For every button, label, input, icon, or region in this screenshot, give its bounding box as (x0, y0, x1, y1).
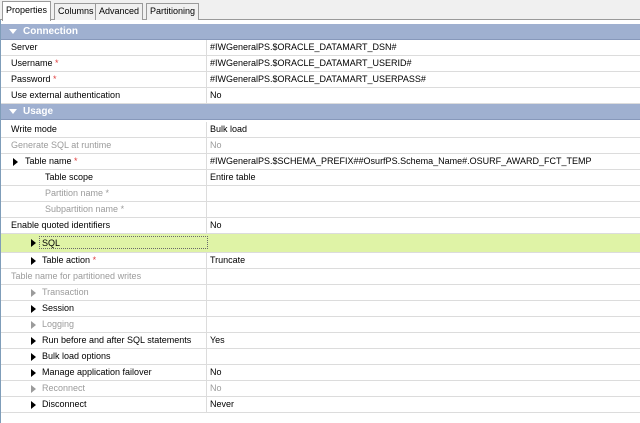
prop-label: Run before and after SQL statements (42, 335, 192, 345)
prop-row-table-name[interactable]: Table name * #IWGeneralPS.$SCHEMA_PREFIX… (1, 154, 640, 170)
prop-label: Table scope (45, 172, 94, 182)
prop-value[interactable]: No (210, 218, 222, 233)
prop-label: Password * (11, 74, 57, 84)
prop-label: Table name * (25, 156, 78, 166)
prop-value[interactable]: No (210, 88, 222, 103)
prop-row-reconnect[interactable]: Reconnect No (1, 381, 640, 397)
prop-row-table-scope[interactable]: Table scope Entire table (1, 170, 640, 186)
prop-label: Enable quoted identifiers (11, 220, 111, 230)
prop-value[interactable]: #IWGeneralPS.$ORACLE_DATAMART_USERPASS# (210, 72, 426, 87)
collapse-triangle-icon[interactable] (9, 109, 17, 114)
collapsed-triangle-icon[interactable] (31, 353, 36, 361)
prop-value: No (210, 383, 222, 393)
prop-label: Reconnect (42, 383, 86, 393)
prop-row-disconnect[interactable]: Disconnect Never (1, 397, 640, 413)
section-connection[interactable]: Connection (1, 24, 640, 40)
prop-row-write-mode[interactable]: Write mode Bulk load (1, 122, 640, 138)
collapsed-triangle-icon[interactable] (31, 401, 36, 409)
prop-label: Subpartition name * (45, 204, 125, 214)
prop-row-table-action[interactable]: Table action * Truncate (1, 253, 640, 269)
collapse-triangle-icon[interactable] (9, 29, 17, 34)
prop-label: Disconnect (42, 399, 87, 409)
focus-outline (39, 236, 208, 249)
tab-bar: Properties Columns Advanced Partitioning (0, 0, 640, 21)
required-marker: * (105, 188, 110, 198)
prop-row-logging[interactable]: Logging (1, 317, 640, 333)
tab-properties[interactable]: Properties (2, 1, 52, 21)
prop-row-subpartition-name[interactable]: Subpartition name * (1, 202, 640, 218)
prop-label: Logging (42, 319, 75, 329)
required-marker: * (120, 204, 125, 214)
prop-row-table-name-partitioned[interactable]: Table name for partitioned writes (1, 269, 640, 285)
prop-value[interactable]: Yes (210, 333, 225, 348)
required-marker: * (74, 156, 78, 166)
prop-value[interactable]: Bulk load (210, 122, 247, 137)
collapsed-triangle-icon[interactable] (31, 289, 36, 297)
collapsed-triangle-icon[interactable] (31, 257, 36, 265)
prop-value[interactable]: Entire table (210, 170, 256, 185)
prop-row-username[interactable]: Username * #IWGeneralPS.$ORACLE_DATAMART… (1, 56, 640, 72)
collapsed-triangle-icon[interactable] (31, 337, 36, 345)
collapsed-triangle-icon[interactable] (31, 305, 36, 313)
tab-advanced[interactable]: Advanced (95, 3, 144, 20)
prop-value: No (210, 140, 222, 150)
section-usage[interactable]: Usage (1, 104, 640, 120)
prop-label: Generate SQL at runtime (11, 140, 112, 150)
prop-row-manage-failover[interactable]: Manage application failover No (1, 365, 640, 381)
prop-value[interactable]: #IWGeneralPS.$ORACLE_DATAMART_USERID# (210, 56, 412, 71)
section-title: Connection (23, 26, 78, 37)
prop-value[interactable]: No (210, 365, 222, 380)
property-grid: Connection Server #IWGeneralPS.$ORACLE_D… (0, 20, 640, 423)
expanded-triangle-icon[interactable] (13, 158, 18, 166)
prop-label: Table name for partitioned writes (11, 271, 142, 281)
collapsed-triangle-icon[interactable] (31, 321, 36, 329)
tab-partitioning[interactable]: Partitioning (146, 3, 200, 20)
prop-row-partition-name[interactable]: Partition name * (1, 186, 640, 202)
prop-label: Server (11, 42, 38, 52)
prop-label: Transaction (42, 287, 89, 297)
prop-label: Use external authentication (11, 90, 121, 100)
prop-label: Bulk load options (42, 351, 111, 361)
prop-value[interactable]: #IWGeneralPS.$SCHEMA_PREFIX##OsurfPS.Sch… (210, 154, 591, 169)
prop-row-session[interactable]: Session (1, 301, 640, 317)
prop-row-run-before-after[interactable]: Run before and after SQL statements Yes (1, 333, 640, 349)
prop-row-generate-sql[interactable]: Generate SQL at runtime No (1, 138, 640, 154)
prop-label: Partition name * (45, 188, 110, 198)
prop-label: Manage application failover (42, 367, 152, 377)
prop-row-server[interactable]: Server #IWGeneralPS.$ORACLE_DATAMART_DSN… (1, 40, 640, 56)
prop-row-transaction[interactable]: Transaction (1, 285, 640, 301)
prop-value[interactable]: Truncate (210, 253, 245, 268)
tab-columns[interactable]: Columns (54, 3, 98, 20)
prop-label: Table action * (42, 255, 97, 265)
prop-row-bulk-load-options[interactable]: Bulk load options (1, 349, 640, 365)
prop-label: SQL (42, 238, 61, 248)
collapsed-triangle-icon[interactable] (31, 239, 36, 247)
prop-value[interactable]: Never (210, 397, 234, 412)
required-marker: * (53, 74, 57, 84)
prop-value[interactable]: #IWGeneralPS.$ORACLE_DATAMART_DSN# (210, 40, 397, 55)
prop-row-quoted-identifiers[interactable]: Enable quoted identifiers No (1, 218, 640, 234)
prop-label: Username * (11, 58, 59, 68)
prop-row-use-external-auth[interactable]: Use external authentication No (1, 88, 640, 104)
required-marker: * (55, 58, 59, 68)
prop-label: Session (42, 303, 75, 313)
collapsed-triangle-icon[interactable] (31, 369, 36, 377)
prop-row-sql[interactable]: SQL (1, 234, 640, 253)
section-title: Usage (23, 106, 54, 117)
prop-label: Write mode (11, 124, 57, 134)
collapsed-triangle-icon[interactable] (31, 385, 36, 393)
prop-row-password[interactable]: Password * #IWGeneralPS.$ORACLE_DATAMART… (1, 72, 640, 88)
required-marker: * (92, 255, 97, 265)
